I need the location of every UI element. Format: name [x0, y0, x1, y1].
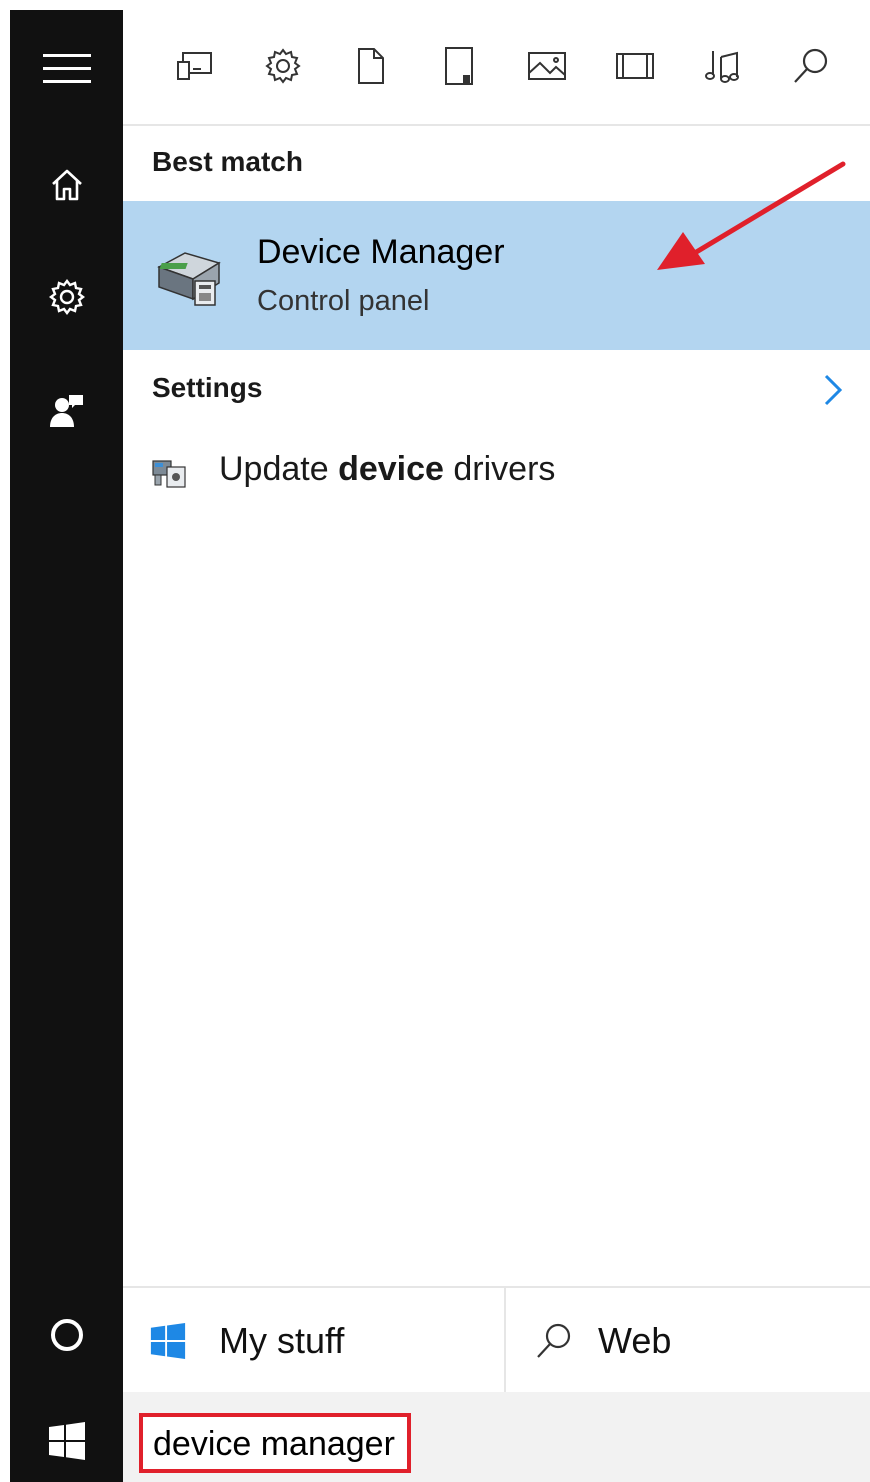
hamburger-menu-button[interactable]: [10, 34, 123, 104]
my-stuff-label: My stuff: [219, 1320, 345, 1361]
device-manager-icon: [157, 252, 221, 306]
annotation-arrow: [657, 161, 846, 270]
filter-music-icon: [705, 51, 739, 83]
filter-folders-icon: [445, 47, 473, 85]
filter-settings-button[interactable]: [257, 40, 309, 92]
filter-bar: [123, 10, 870, 126]
filter-search-button[interactable]: [785, 40, 837, 92]
hamburger-menu-icon: [42, 54, 91, 83]
update-label-suffix: drivers: [443, 450, 556, 488]
chevron-right-icon[interactable]: [820, 372, 846, 408]
filter-apps-button[interactable]: [169, 40, 221, 92]
filter-music-button[interactable]: [697, 40, 749, 92]
web-tab[interactable]: Web: [506, 1288, 870, 1394]
update-label-bold: device: [338, 450, 444, 488]
device-drivers-icon: [152, 460, 186, 488]
windows-logo-icon: [150, 1322, 186, 1360]
best-match-subtitle: Control panel: [257, 285, 430, 317]
filter-documents-icon: [358, 48, 384, 84]
filter-photos-icon: [528, 52, 566, 80]
search-bar: device manager: [123, 1392, 870, 1482]
filter-photos-button[interactable]: [521, 40, 573, 92]
settings-icon: [48, 279, 85, 315]
web-search-icon: [537, 1323, 571, 1358]
filter-search-icon: [794, 48, 828, 83]
left-rail: [10, 10, 123, 1482]
search-results-panel: Best match Device Manager Control panel …: [123, 10, 870, 1482]
best-match-heading: Best match: [152, 146, 303, 177]
update-device-drivers-item[interactable]: Update device drivers: [123, 440, 870, 504]
start-button[interactable]: [10, 1406, 123, 1476]
web-label: Web: [598, 1320, 672, 1361]
cortana-button[interactable]: [10, 1300, 123, 1370]
start-windows-icon: [48, 1422, 85, 1460]
filter-folders-button[interactable]: [433, 40, 485, 92]
top-strip: [0, 0, 870, 10]
filter-videos-icon: [616, 53, 654, 79]
best-match-title: Device Manager: [257, 233, 505, 271]
search-input-value: device manager: [153, 1425, 395, 1463]
filter-apps-icon: [177, 52, 212, 80]
scope-tabs: My stuff Web: [123, 1286, 870, 1394]
filter-videos-button[interactable]: [609, 40, 661, 92]
update-device-drivers-label: Update device drivers: [219, 450, 555, 489]
home-button[interactable]: [10, 150, 123, 220]
home-icon: [51, 169, 82, 201]
filter-settings-icon: [265, 48, 301, 84]
feedback-button[interactable]: [10, 376, 123, 446]
filter-documents-button[interactable]: [345, 40, 397, 92]
settings-button[interactable]: [10, 262, 123, 332]
feedback-icon: [49, 395, 83, 427]
search-input[interactable]: device manager: [139, 1413, 411, 1473]
update-label-prefix: Update: [219, 450, 339, 488]
settings-heading: Settings: [152, 372, 263, 403]
my-stuff-tab[interactable]: My stuff: [123, 1288, 506, 1394]
cortana-icon: [50, 1319, 83, 1351]
